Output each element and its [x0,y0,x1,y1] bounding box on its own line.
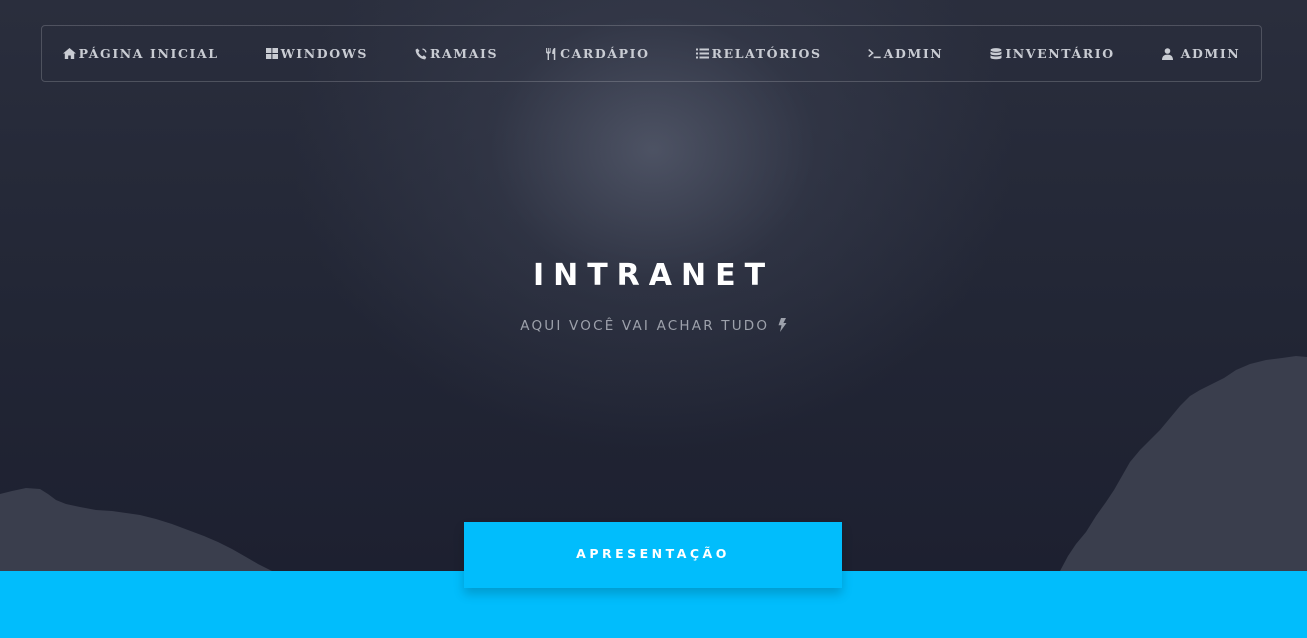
nav-item-label: PÁGINA INICIAL [78,46,219,61]
list-icon [696,48,710,60]
bolt-icon [778,318,787,336]
database-icon [989,47,1003,60]
nav-item-relatorios[interactable]: RELATÓRIOS [696,46,822,61]
nav-item-pagina-inicial[interactable]: PÁGINA INICIAL [63,46,219,61]
main-navigation: PÁGINA INICIAL WINDOWS RAMAIS CARDÁPIO R… [41,25,1262,82]
windows-icon [265,48,279,60]
nav-item-ramais[interactable]: RAMAIS [414,46,498,61]
hero-section: PÁGINA INICIAL WINDOWS RAMAIS CARDÁPIO R… [0,0,1307,571]
nav-item-inventario[interactable]: INVENTÁRIO [989,46,1114,61]
phone-icon [414,47,428,60]
nav-item-label: ADMIN [883,46,944,61]
tab-apresentacao[interactable]: APRESENTAÇÃO [464,522,842,588]
terminal-icon [867,48,882,60]
page-title: INTRANET [532,258,775,293]
subtitle-text: AQUI VOCÊ VAI ACHAR TUDO [520,318,770,334]
tab-label: APRESENTAÇÃO [576,546,730,561]
user-icon [1161,47,1175,60]
nav-item-admin-terminal[interactable]: ADMIN [867,46,944,61]
nav-item-label: WINDOWS [280,46,368,61]
cutlery-icon [544,47,558,60]
nav-item-label: ADMIN [1180,46,1241,61]
nav-item-label: RAMAIS [429,46,499,61]
page-subtitle: AQUI VOCÊ VAI ACHAR TUDO [0,318,1307,336]
home-icon [63,48,77,60]
nav-item-admin-user[interactable]: ADMIN [1161,46,1241,61]
nav-item-label: INVENTÁRIO [1005,46,1115,61]
nav-item-label: RELATÓRIOS [711,46,822,61]
nav-item-windows[interactable]: WINDOWS [265,46,368,61]
nav-item-label: CARDÁPIO [560,46,650,61]
nav-item-cardapio[interactable]: CARDÁPIO [544,46,650,61]
